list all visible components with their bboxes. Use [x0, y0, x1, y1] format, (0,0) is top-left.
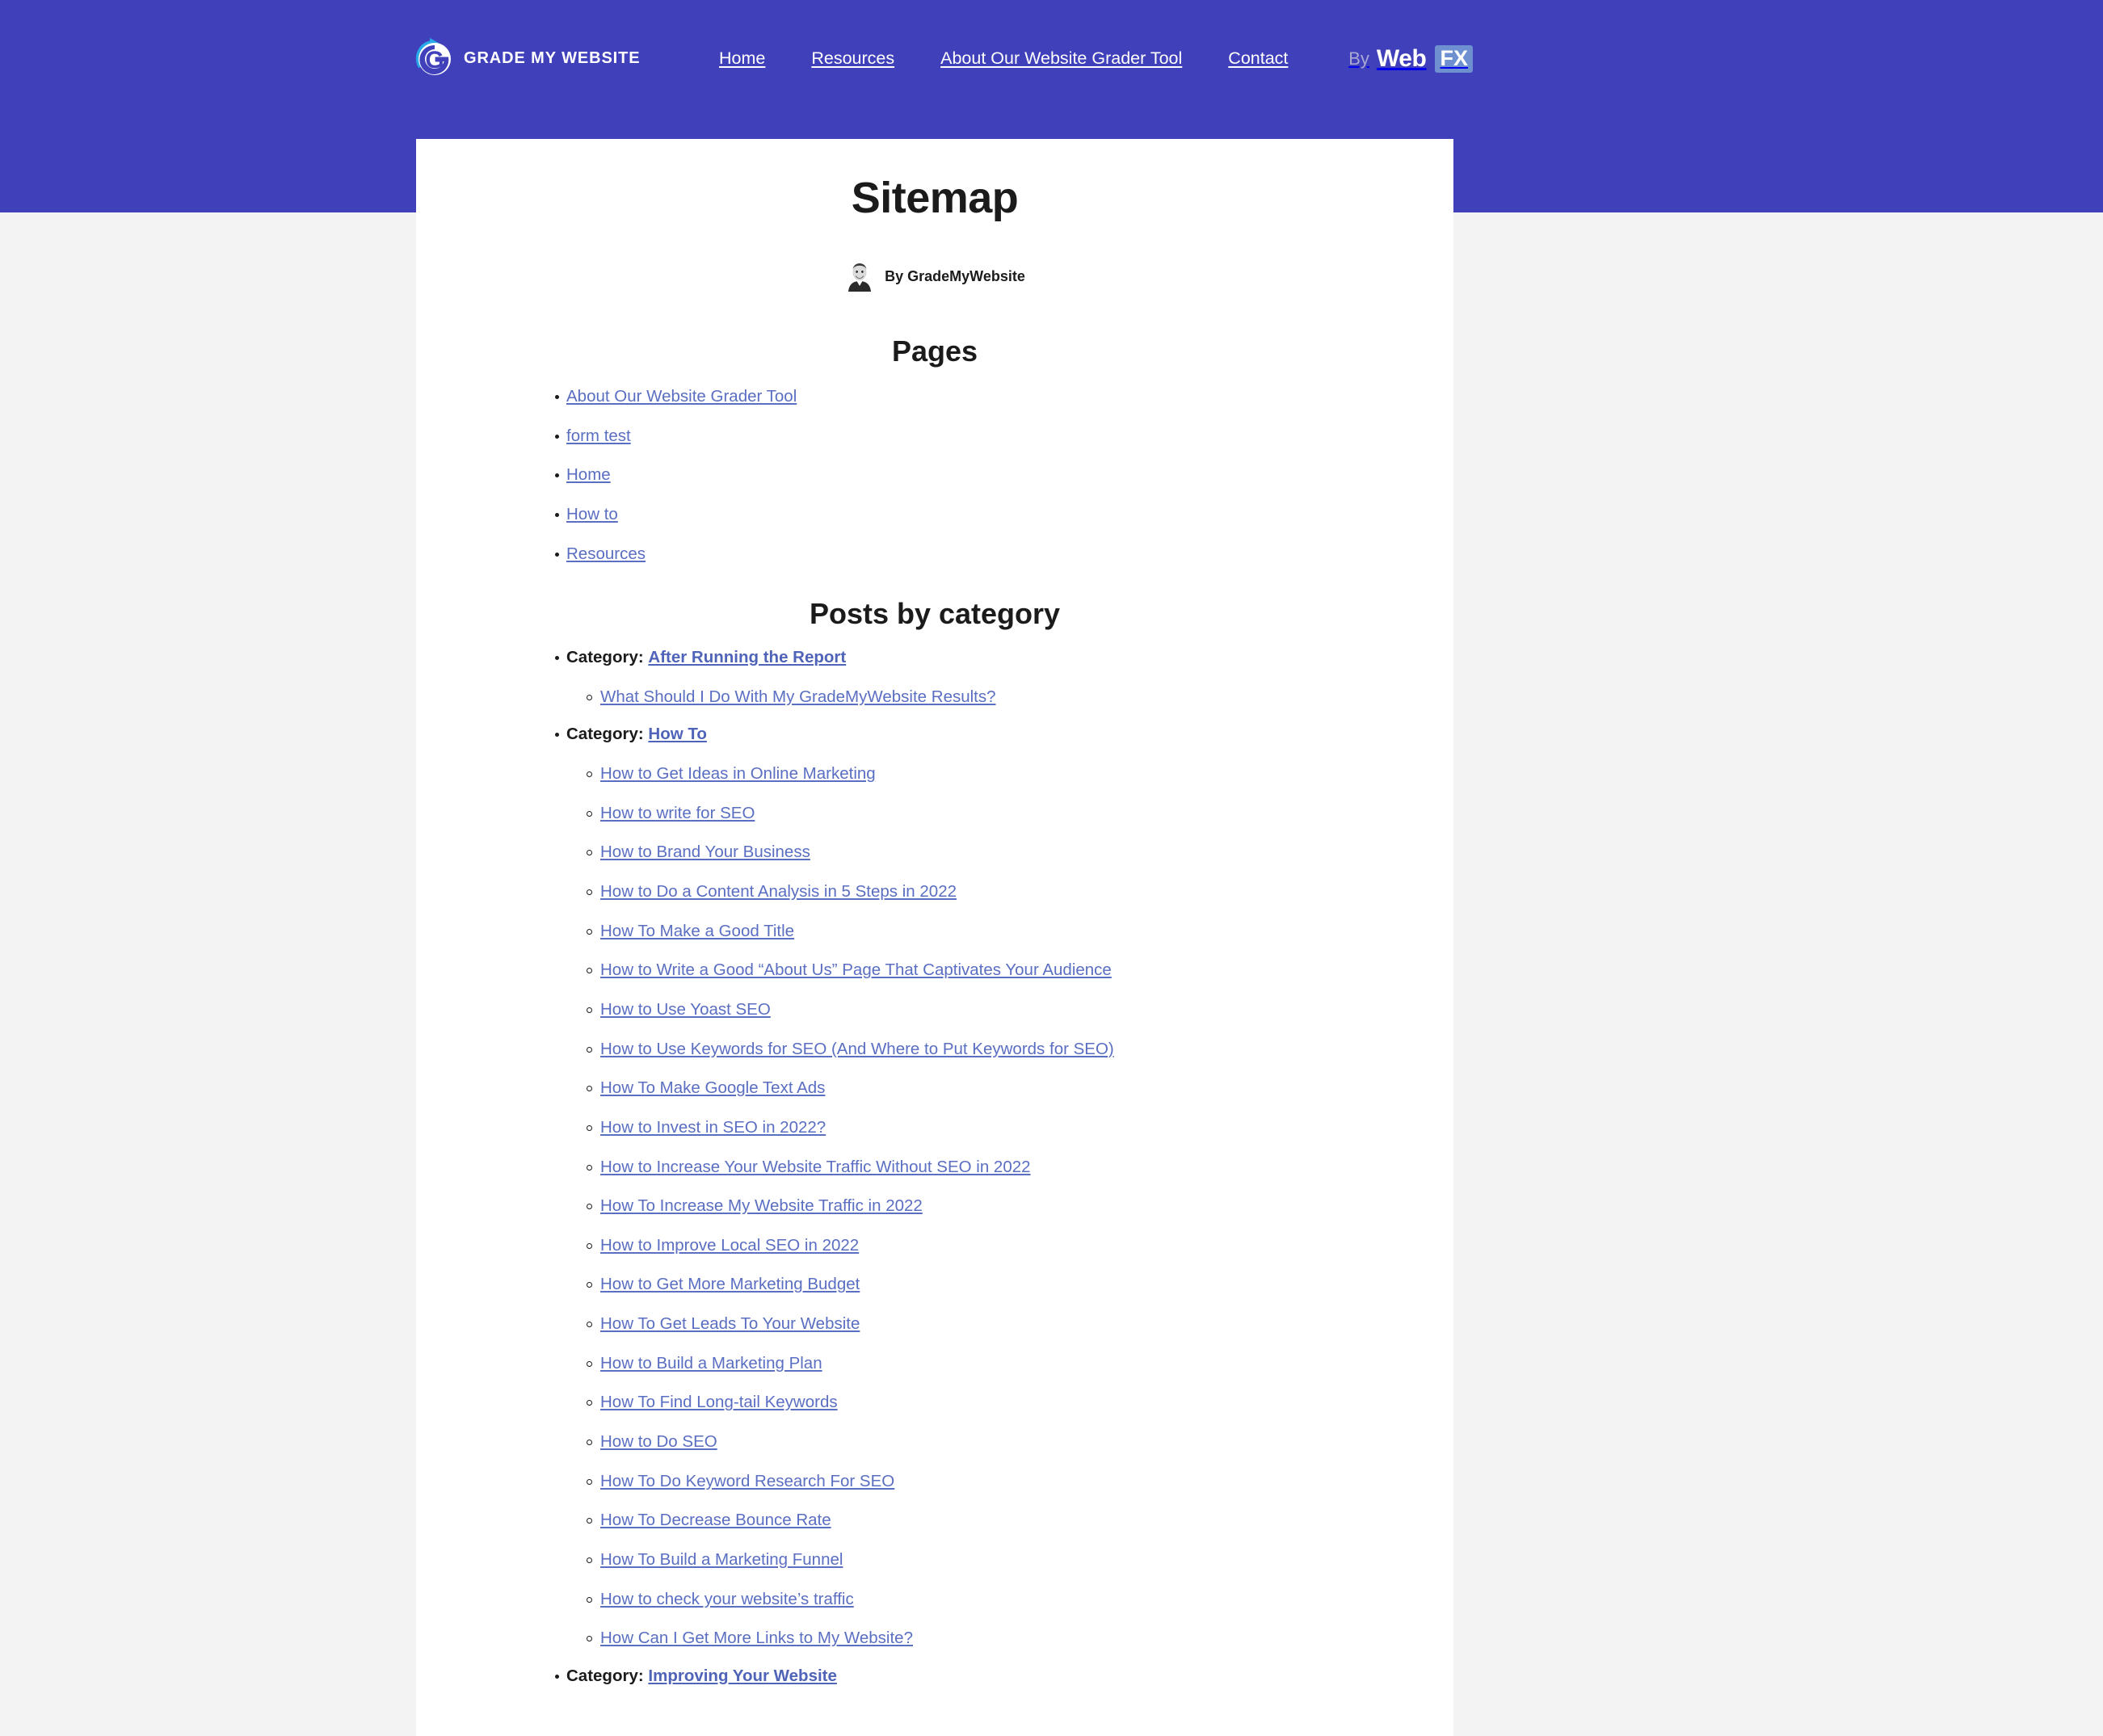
list-item: How To Make Google Text Ads	[566, 1078, 1453, 1099]
post-link[interactable]: How to Invest in SEO in 2022?	[600, 1118, 826, 1137]
post-link[interactable]: How To Decrease Bounce Rate	[600, 1511, 831, 1529]
list-item: How to	[416, 504, 1453, 526]
list-item: How to Do SEO	[566, 1431, 1453, 1453]
categories-list: Category: After Running the Report What …	[416, 647, 1453, 1687]
list-item: How to Invest in SEO in 2022?	[566, 1117, 1453, 1139]
list-item: How to Write a Good “About Us” Page That…	[566, 960, 1453, 981]
list-item: How To Find Long-tail Keywords	[566, 1392, 1453, 1414]
page-link[interactable]: About Our Website Grader Tool	[566, 387, 797, 406]
post-link[interactable]: How To Make Google Text Ads	[600, 1078, 825, 1097]
post-link[interactable]: How to Use Yoast SEO	[600, 1000, 771, 1019]
posts-section-heading: Posts by category	[809, 597, 1061, 631]
post-link[interactable]: How Can I Get More Links to My Website?	[600, 1629, 913, 1647]
post-link[interactable]: How to Do a Content Analysis in 5 Steps …	[600, 882, 957, 901]
category-posts-list: What Should I Do With My GradeMyWebsite …	[566, 687, 1453, 708]
page-link[interactable]: How to	[566, 505, 618, 523]
page-link[interactable]: form test	[566, 427, 631, 445]
post-link[interactable]: How To Make a Good Title	[600, 922, 794, 940]
list-item: How To Get Leads To Your Website	[566, 1314, 1453, 1335]
list-item: form test	[416, 426, 1453, 448]
author-name: By GradeMyWebsite	[885, 267, 1025, 284]
list-item: Resources	[416, 544, 1453, 565]
primary-nav: Home Resources About Our Website Grader …	[719, 48, 1288, 69]
list-item: What Should I Do With My GradeMyWebsite …	[566, 687, 1453, 708]
post-link[interactable]: How To Do Keyword Research For SEO	[600, 1472, 894, 1490]
category-prefix-label: Category:	[566, 725, 644, 744]
post-link[interactable]: How to Build a Marketing Plan	[600, 1354, 822, 1372]
list-item: How To Build a Marketing Funnel	[566, 1549, 1453, 1571]
pages-list: About Our Website Grader Tool form test …	[416, 386, 1453, 565]
list-item: How To Do Keyword Research For SEO	[566, 1471, 1453, 1493]
grade-my-website-logo-icon: G	[410, 36, 456, 81]
page-title: Sitemap	[851, 174, 1019, 222]
list-item: How to Brand Your Business	[566, 842, 1453, 864]
post-link[interactable]: What Should I Do With My GradeMyWebsite …	[600, 687, 996, 706]
list-item: How to Do a Content Analysis in 5 Steps …	[566, 881, 1453, 903]
category-row: Category: How To How to Get Ideas in Onl…	[416, 724, 1453, 1649]
category-posts-list: How to Get Ideas in Online Marketing How…	[566, 763, 1453, 1650]
list-item: How Can I Get More Links to My Website?	[566, 1628, 1453, 1650]
nav-item-resources[interactable]: Resources	[811, 48, 894, 69]
list-item: How to Use Yoast SEO	[566, 999, 1453, 1021]
category-link[interactable]: How To	[648, 725, 707, 743]
nav-item-home[interactable]: Home	[719, 48, 765, 69]
list-item: How to check your website’s traffic	[566, 1589, 1453, 1611]
post-link[interactable]: How to Do SEO	[600, 1432, 717, 1451]
post-link[interactable]: How to write for SEO	[600, 804, 755, 822]
list-item: How To Increase My Website Traffic in 20…	[566, 1196, 1453, 1217]
nav-item-contact[interactable]: Contact	[1228, 48, 1288, 69]
category-row: Category: Improving Your Website	[416, 1666, 1453, 1688]
page-link[interactable]: Home	[566, 465, 611, 484]
post-link[interactable]: How To Increase My Website Traffic in 20…	[600, 1196, 923, 1215]
post-link[interactable]: How to Increase Your Website Traffic Wit…	[600, 1158, 1031, 1176]
category-prefix-label: Category:	[566, 1666, 644, 1685]
list-item: How To Decrease Bounce Rate	[566, 1510, 1453, 1532]
svg-text:G: G	[425, 47, 444, 74]
post-link[interactable]: How to Use Keywords for SEO (And Where t…	[600, 1040, 1114, 1058]
post-link[interactable]: How to Brand Your Business	[600, 843, 810, 861]
article-byline: By GradeMyWebsite	[416, 261, 1453, 292]
category-link[interactable]: After Running the Report	[648, 648, 846, 666]
post-link[interactable]: How To Build a Marketing Funnel	[600, 1550, 843, 1569]
pages-section-heading: Pages	[891, 334, 978, 368]
post-link[interactable]: How to Write a Good “About Us” Page That…	[600, 960, 1112, 979]
category-prefix-label: Category:	[566, 648, 644, 667]
list-item: Home	[416, 464, 1453, 486]
list-item: How to Improve Local SEO in 2022	[566, 1235, 1453, 1257]
list-item: How to write for SEO	[566, 803, 1453, 825]
post-link[interactable]: How to Get More Marketing Budget	[600, 1275, 860, 1293]
category-row: Category: After Running the Report What …	[416, 647, 1453, 708]
post-link[interactable]: How to Get Ideas in Online Marketing	[600, 764, 876, 783]
list-item: How to Get More Marketing Budget	[566, 1274, 1453, 1296]
webfx-fx-badge: FX	[1435, 45, 1473, 73]
list-item: How to Use Keywords for SEO (And Where t…	[566, 1039, 1453, 1061]
logo-wordmark: GRADE MY WEBSITE	[464, 48, 641, 67]
list-item: How to Build a Marketing Plan	[566, 1353, 1453, 1375]
list-item: How To Make a Good Title	[566, 921, 1453, 943]
webfx-by-label: By	[1348, 48, 1369, 69]
nav-item-about-our-website-grader-tool[interactable]: About Our Website Grader Tool	[940, 48, 1182, 69]
site-logo[interactable]: G GRADE MY WEBSITE	[410, 34, 641, 82]
list-item: About Our Website Grader Tool	[416, 386, 1453, 408]
page-link[interactable]: Resources	[566, 544, 646, 563]
author-avatar	[844, 261, 876, 292]
post-link[interactable]: How to Improve Local SEO in 2022	[600, 1236, 859, 1255]
list-item: How to Increase Your Website Traffic Wit…	[566, 1157, 1453, 1179]
webfx-web-wordmark: Web	[1376, 45, 1427, 72]
webfx-attribution[interactable]: By Web FX	[1348, 44, 1473, 74]
post-link[interactable]: How to check your website’s traffic	[600, 1590, 854, 1608]
article-card: Sitemap By GradeMyWebsite Pages About Ou…	[416, 139, 1453, 1736]
post-link[interactable]: How To Get Leads To Your Website	[600, 1314, 860, 1333]
list-item: How to Get Ideas in Online Marketing	[566, 763, 1453, 785]
category-link[interactable]: Improving Your Website	[648, 1667, 837, 1685]
